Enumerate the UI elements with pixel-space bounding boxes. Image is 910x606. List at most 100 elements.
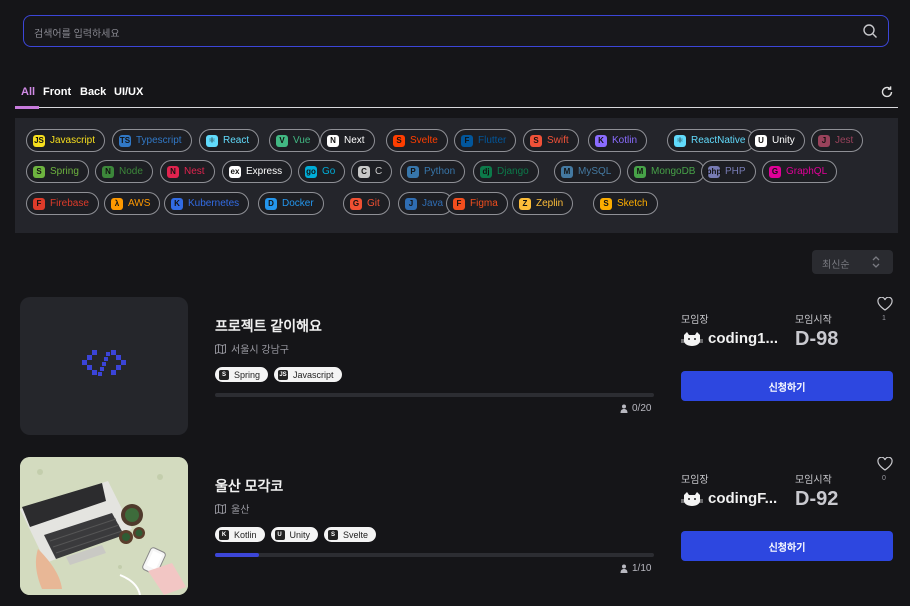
spring-icon: S [33, 165, 45, 178]
stack-chip-kotlin[interactable]: K Kotlin [588, 129, 648, 152]
node-icon: N [102, 165, 114, 178]
stack-chip-label: Next [344, 135, 365, 146]
kotlin-icon: K [595, 134, 607, 147]
search-bar[interactable]: 검색어를 입력하세요 [23, 15, 889, 47]
refresh-icon[interactable] [880, 85, 894, 99]
stack-chip-mysql[interactable]: M MySQL [554, 160, 622, 183]
apply-button[interactable]: 신청하기 [681, 531, 893, 561]
stack-chip-zeplin[interactable]: Z Zeplin [512, 192, 574, 215]
tag-label: Javascript [293, 369, 334, 380]
search-input[interactable]: 검색어를 입력하세요 [34, 25, 120, 40]
stack-chip-label: Git [367, 198, 380, 209]
stack-chip-docker[interactable]: D Docker [258, 192, 324, 215]
stack-chip-label: Typescript [136, 135, 182, 146]
study-card[interactable]: 울산 모각코 울산 K Kotlin U Unity S Svelte 1/10 모임장 모임시작 c… [20, 457, 896, 597]
card-thumbnail[interactable] [20, 457, 188, 595]
stack-chip-git[interactable]: G Git [343, 192, 390, 215]
map-icon [215, 343, 226, 354]
card-tags: K Kotlin U Unity S Svelte [215, 527, 377, 542]
tag-label: Kotlin [234, 529, 257, 540]
stack-chip-label: Unity [772, 135, 795, 146]
stack-chip-vue[interactable]: V Vue [269, 129, 321, 152]
stack-chip-svelte[interactable]: S Svelte [386, 129, 448, 152]
card-title[interactable]: 울산 모각코 [215, 476, 283, 496]
stack-chip-javascript[interactable]: JS Javascript [26, 129, 106, 152]
chevron-updown-icon [872, 256, 880, 268]
stack-chip-label: Sketch [617, 198, 648, 209]
stack-chip-label: ReactNative [691, 135, 746, 146]
git-icon: G [350, 197, 362, 210]
stack-chip-django[interactable]: dj Django [473, 160, 539, 183]
stack-chip-typescript[interactable]: TS Typescript [112, 129, 192, 152]
apply-button[interactable]: 신청하기 [681, 371, 893, 401]
member-progress-bar [215, 393, 654, 397]
tab-front[interactable]: Front [43, 86, 71, 98]
sketch-icon: S [600, 197, 612, 210]
stack-chip-express[interactable]: ex Express [222, 160, 293, 183]
stack-chip-sketch[interactable]: S Sketch [593, 192, 658, 215]
tab-all[interactable]: All [21, 86, 35, 98]
stack-chip-firebase[interactable]: F Firebase [26, 192, 99, 215]
stack-chip-unity[interactable]: U Unity [748, 129, 805, 152]
search-icon[interactable] [862, 23, 878, 39]
leader-info: codingF... [681, 490, 785, 507]
spring-icon: S [219, 369, 229, 380]
card-thumbnail[interactable] [20, 297, 188, 435]
stack-chip-label: MongoDB [651, 166, 696, 177]
stack-chip-go[interactable]: go Go [298, 160, 346, 183]
map-icon [215, 503, 226, 514]
stack-chip-label: React [223, 135, 250, 146]
member-progress-fill [215, 553, 259, 557]
sort-select[interactable]: 최신순 [812, 250, 893, 274]
stack-chip-label: Spring [50, 166, 79, 177]
c-icon: C [358, 165, 370, 178]
stack-chip-label: Svelte [410, 135, 438, 146]
study-card[interactable]: 프로젝트 같이해요 서울시 강남구 S Spring JS Javascript 0/20 모… [20, 297, 896, 437]
svelte-icon: S [393, 134, 405, 147]
heart-icon[interactable] [877, 457, 893, 471]
leader-label: 모임장 [681, 475, 709, 486]
stack-chip-swift[interactable]: S Swift [523, 129, 579, 152]
stack-chip-spring[interactable]: S Spring [26, 160, 89, 183]
tab-back[interactable]: Back [80, 86, 106, 98]
stack-chip-label: Express [246, 166, 283, 177]
stack-chip-label: Vue [293, 135, 311, 146]
tag-chip: S Svelte [324, 527, 377, 542]
stack-chip-node[interactable]: N Node [95, 160, 153, 183]
dday-text: D-98 [795, 328, 839, 350]
stack-chip-react[interactable]: ⚛ React [199, 129, 260, 152]
stack-chip-jest[interactable]: J Jest [811, 129, 864, 152]
stack-chip-label: Javascript [50, 135, 96, 146]
stack-chip-flutter[interactable]: F Flutter [454, 129, 517, 152]
stack-chip-nest[interactable]: N Nest [160, 160, 215, 183]
flutter-icon: F [461, 134, 473, 147]
stack-chip-label: AWS [128, 198, 151, 209]
stack-chip-figma[interactable]: F Figma [446, 192, 508, 215]
next-icon: N [327, 134, 339, 147]
stack-chip-next[interactable]: N Next [320, 129, 375, 152]
stack-chip-graphql[interactable]: G GraphQL [762, 160, 838, 183]
stack-chip-label: Figma [470, 198, 498, 209]
stack-chip-mongodb[interactable]: M MongoDB [627, 160, 706, 183]
card-title[interactable]: 프로젝트 같이해요 [215, 316, 322, 336]
vue-icon: V [276, 134, 288, 147]
firebase-icon: F [33, 197, 45, 210]
stack-chip-java[interactable]: J Java [398, 192, 454, 215]
stack-chip-php[interactable]: php PHP [701, 160, 756, 183]
leader-name: coding1... [708, 330, 779, 347]
heart-icon[interactable] [877, 297, 893, 311]
stack-chip-label: GraphQL [786, 166, 828, 177]
card-location: 서울시 강남구 [215, 341, 289, 356]
stack-chip-aws[interactable]: λ AWS [104, 192, 161, 215]
tab-uiux[interactable]: UI/UX [114, 86, 143, 98]
person-icon [620, 564, 628, 573]
stack-chip-c[interactable]: CC [351, 160, 393, 183]
stack-chip-python[interactable]: P Python [400, 160, 466, 183]
stack-chip-label: Docker [282, 198, 314, 209]
figma-icon: F [453, 197, 465, 210]
kotlin-icon: K [219, 529, 229, 540]
stack-chip-kubernetes[interactable]: K Kubernetes [164, 192, 250, 215]
location-text: 서울시 강남구 [231, 345, 289, 356]
stack-chip-reactnative[interactable]: ⚛ ReactNative [667, 129, 756, 152]
start-label: 모임시작 [795, 315, 832, 326]
